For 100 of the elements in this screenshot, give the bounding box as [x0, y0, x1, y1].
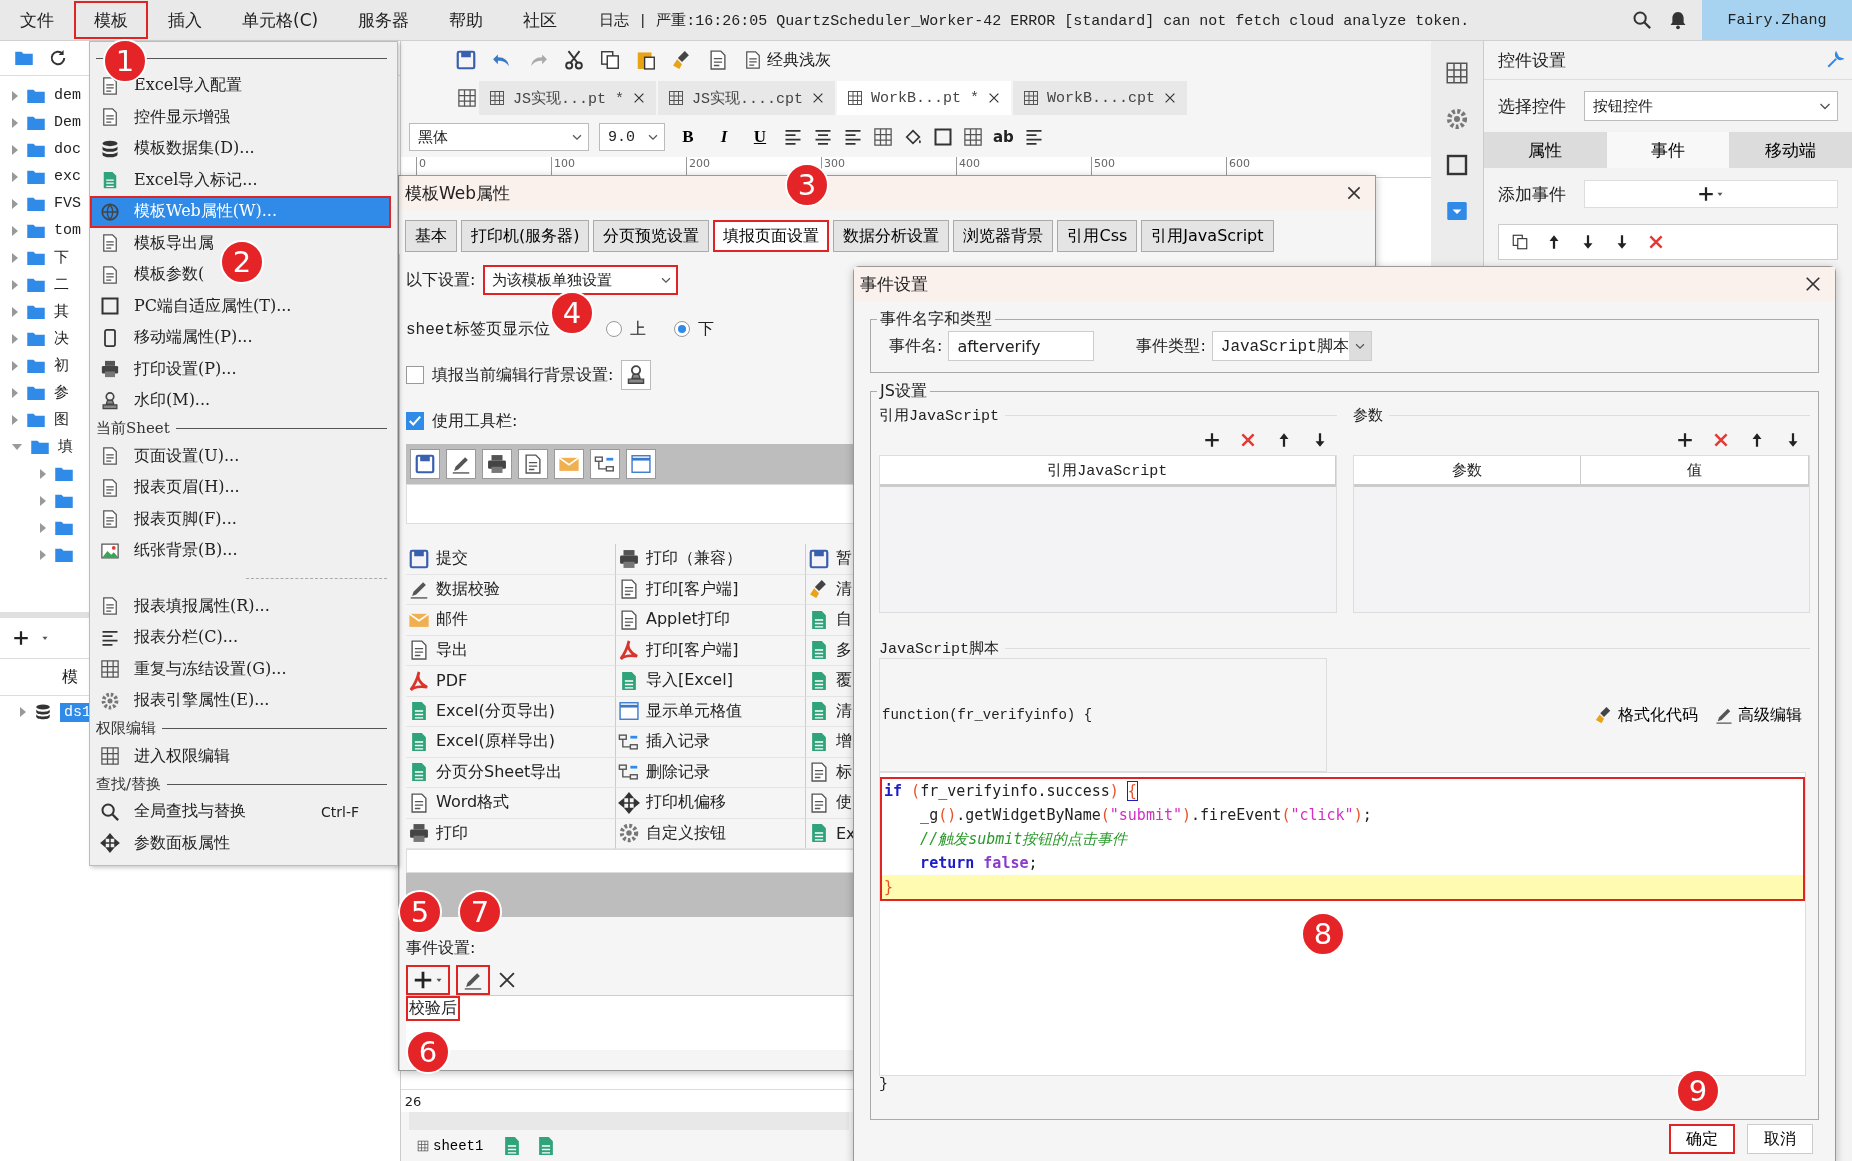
- toolbar-button-item[interactable]: Excel(分页导出): [436, 700, 555, 722]
- menu-item[interactable]: 水印(M)...: [90, 385, 391, 417]
- menu-item[interactable]: 进入权限编辑: [90, 740, 391, 772]
- menu-item[interactable]: 纸张背景(B)...: [90, 535, 391, 567]
- ok-button[interactable]: 确定: [1669, 1124, 1735, 1154]
- menu-item[interactable]: 重复与冻结设置(G)...: [90, 653, 391, 685]
- scope-select[interactable]: 为该模板单独设置: [483, 265, 679, 295]
- file-tab[interactable]: WorkB....cpt: [1013, 81, 1188, 115]
- format-button[interactable]: I: [711, 123, 737, 151]
- tree-item[interactable]: 填: [58, 437, 73, 456]
- menu-item[interactable]: 模板Web属性(W)...: [90, 196, 391, 228]
- sheet-tab[interactable]: sheet1: [411, 1136, 490, 1156]
- toolbar-button-item[interactable]: 删除记录: [646, 761, 710, 783]
- panel-tab[interactable]: 属性: [1484, 132, 1607, 168]
- toolbar-button-item[interactable]: 打印机偏移: [646, 792, 726, 814]
- theme-label[interactable]: 经典浅灰: [767, 49, 831, 71]
- dialog-tab[interactable]: 浏览器背景: [953, 220, 1054, 252]
- tree-item[interactable]: 图: [54, 410, 69, 429]
- format-code-button[interactable]: 格式化代码: [1594, 704, 1698, 726]
- toolbar-button-item[interactable]: 邮件: [436, 609, 468, 631]
- menu-item[interactable]: Excel导入标记...: [90, 164, 391, 196]
- format-button[interactable]: B: [675, 123, 701, 151]
- menu-item[interactable]: 页面设置(U)...: [90, 440, 391, 472]
- user-name[interactable]: Fairy.Zhang: [1702, 0, 1852, 40]
- tree-item[interactable]: 下: [54, 248, 69, 267]
- file-tab[interactable]: WorkB...pt *: [837, 81, 1012, 115]
- menu-item[interactable]: 打印设置(P)...: [90, 353, 391, 385]
- toolbar-button-item[interactable]: 覆: [836, 670, 852, 692]
- tree-item[interactable]: 二: [54, 275, 69, 294]
- toolbar-button-item[interactable]: 暂: [836, 548, 852, 570]
- menu-item[interactable]: 参数面板属性: [90, 827, 391, 859]
- cancel-button[interactable]: 取消: [1747, 1124, 1813, 1154]
- file-tab[interactable]: JS实现....cpt: [658, 81, 836, 115]
- advanced-edit-button[interactable]: 高级编辑: [1714, 704, 1802, 726]
- dialog-tab[interactable]: 填报页面设置: [713, 220, 830, 252]
- event-type-select[interactable]: JavaScript脚本: [1211, 331, 1372, 361]
- menu-item[interactable]: 报表分栏(C)...: [90, 622, 391, 654]
- dialog-tab[interactable]: 基本: [405, 220, 457, 252]
- text-tool[interactable]: ab: [993, 128, 1014, 146]
- toolbar-button-item[interactable]: 数据校验: [436, 578, 500, 600]
- toolbar-button-item[interactable]: 打印[客户端]: [646, 639, 739, 661]
- tree-item[interactable]: tom: [54, 222, 81, 239]
- toolbar-button-item[interactable]: 打印: [436, 822, 468, 844]
- dialog-tab[interactable]: 引用JavaScript: [1141, 220, 1274, 252]
- menu-item[interactable]: 移动端属性(P)...: [90, 322, 391, 354]
- toolbar-button-item[interactable]: 清: [836, 578, 852, 600]
- dialog-tab[interactable]: 数据分析设置: [833, 220, 950, 252]
- tree-item[interactable]: exc: [54, 168, 81, 185]
- toolbar-button-item[interactable]: 标: [836, 761, 852, 783]
- toolbar-button-item[interactable]: 自: [836, 609, 852, 631]
- panel-tab[interactable]: 移动端: [1729, 132, 1852, 168]
- file-tab[interactable]: JS实现...pt *: [479, 81, 656, 115]
- tree-item[interactable]: doc: [54, 141, 81, 158]
- tree-item[interactable]: dem: [54, 87, 81, 104]
- menu-item[interactable]: 模板数据集(D)...: [90, 133, 391, 165]
- tree-item[interactable]: FVS: [54, 195, 81, 212]
- dialog-tab[interactable]: 打印机(服务器): [461, 220, 590, 252]
- toolbar-button-item[interactable]: Word格式: [436, 792, 510, 814]
- toolbar-button-item[interactable]: 清: [836, 700, 852, 722]
- tree-item[interactable]: 决: [54, 329, 69, 348]
- menu-item[interactable]: 插入: [148, 1, 222, 39]
- toolbar-button-item[interactable]: Applet打印: [646, 609, 730, 631]
- toolbar-button-item[interactable]: 导入[Excel]: [646, 670, 733, 692]
- tree-item[interactable]: Dem: [54, 114, 81, 131]
- toolbar-button-item[interactable]: 显示单元格值: [646, 700, 742, 722]
- menu-item[interactable]: 报表页眉(H)...: [90, 472, 391, 504]
- toolbar-button-item[interactable]: 增: [836, 731, 852, 753]
- toolbar-button-item[interactable]: 分页分Sheet导出: [436, 761, 563, 783]
- format-button[interactable]: U: [747, 123, 773, 151]
- dialog-tab[interactable]: 分页预览设置: [593, 220, 710, 252]
- font-size-select[interactable]: 9.0: [599, 123, 665, 151]
- tree-item[interactable]: 其: [54, 302, 69, 321]
- toolbar-button-item[interactable]: 多: [836, 639, 852, 661]
- menu-item[interactable]: 社区: [503, 1, 578, 39]
- toolbar-button-item[interactable]: 打印[客户端]: [646, 578, 739, 600]
- menu-item[interactable]: 报表填报属性(R)...: [90, 590, 391, 622]
- toolbar-button-item[interactable]: 提交: [436, 548, 468, 570]
- panel-tab[interactable]: 事件: [1606, 132, 1730, 168]
- menu-item[interactable]: 模板: [74, 1, 148, 39]
- toolbar-button-item[interactable]: 插入记录: [646, 731, 710, 753]
- menu-item[interactable]: 报表页脚(F)...: [90, 503, 391, 535]
- widget-select[interactable]: 按钮控件: [1584, 91, 1838, 121]
- toolbar-button-item[interactable]: 使: [836, 792, 852, 814]
- menu-item[interactable]: 控件显示增强: [90, 101, 391, 133]
- menu-item[interactable]: 帮助: [429, 1, 504, 39]
- event-name-field[interactable]: afterverify: [948, 331, 1095, 361]
- menu-item[interactable]: 文件: [0, 1, 74, 39]
- tree-item[interactable]: 参: [54, 383, 69, 402]
- menu-item[interactable]: PC端自适应属性(T)...: [90, 290, 391, 322]
- menu-item[interactable]: 服务器: [338, 1, 430, 39]
- toolbar-button-item[interactable]: Excel(原样导出): [436, 731, 555, 753]
- toolbar-button-item[interactable]: 自定义按钮: [646, 822, 726, 844]
- toolbar-button-item[interactable]: PDF: [436, 671, 468, 691]
- tree-item[interactable]: 初: [54, 356, 69, 375]
- toolbar-button-item[interactable]: 导出: [436, 639, 468, 661]
- toolbar-button-item[interactable]: 打印（兼容）: [646, 548, 742, 570]
- menu-item[interactable]: 单元格(C): [222, 1, 339, 39]
- event-item[interactable]: 校验后: [406, 996, 460, 1021]
- menu-item[interactable]: 全局查找与替换 Ctrl-F: [90, 796, 391, 828]
- font-select[interactable]: 黑体: [409, 123, 589, 151]
